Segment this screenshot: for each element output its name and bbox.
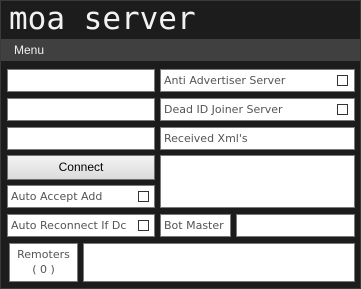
dead-id-joiner-label: Dead ID Joiner Server bbox=[164, 103, 283, 116]
text-field-2[interactable] bbox=[7, 98, 155, 121]
bot-master-input[interactable] bbox=[236, 214, 355, 237]
app-window: moa server Menu Connect Auto Accept Add … bbox=[0, 0, 361, 289]
remoters-label: Remoters bbox=[17, 248, 70, 261]
remoters-count: ( 0 ) bbox=[32, 263, 55, 276]
text-field-3[interactable] bbox=[7, 127, 155, 150]
menu-bar: Menu bbox=[1, 39, 360, 61]
received-xml-textarea[interactable] bbox=[160, 155, 355, 208]
auto-accept-add-checkbox[interactable] bbox=[138, 191, 149, 202]
menu-item-menu[interactable]: Menu bbox=[14, 39, 44, 61]
title-bar: moa server bbox=[1, 1, 360, 39]
auto-accept-add-option[interactable]: Auto Accept Add bbox=[7, 185, 155, 208]
anti-advertiser-label: Anti Advertiser Server bbox=[164, 74, 286, 87]
connect-button[interactable]: Connect bbox=[7, 155, 155, 180]
dead-id-joiner-option[interactable]: Dead ID Joiner Server bbox=[160, 98, 355, 121]
app-title: moa server bbox=[9, 1, 196, 37]
received-xml-label: Received Xml's bbox=[164, 132, 248, 145]
auto-accept-add-label: Auto Accept Add bbox=[11, 190, 103, 203]
anti-advertiser-option[interactable]: Anti Advertiser Server bbox=[160, 69, 355, 92]
auto-reconnect-option[interactable]: Auto Reconnect If Dc bbox=[7, 214, 155, 237]
auto-reconnect-label: Auto Reconnect If Dc bbox=[11, 219, 127, 232]
remoters-box: Remoters ( 0 ) bbox=[9, 243, 78, 282]
bot-master-label-box: Bot Master bbox=[160, 214, 231, 237]
received-xml-header: Received Xml's bbox=[160, 127, 355, 150]
auto-reconnect-checkbox[interactable] bbox=[138, 220, 149, 231]
dead-id-joiner-checkbox[interactable] bbox=[337, 104, 348, 115]
anti-advertiser-checkbox[interactable] bbox=[337, 75, 348, 86]
bot-master-label: Bot Master bbox=[164, 219, 224, 232]
text-field-1[interactable] bbox=[7, 69, 155, 92]
bottom-log-textarea[interactable] bbox=[83, 243, 355, 282]
